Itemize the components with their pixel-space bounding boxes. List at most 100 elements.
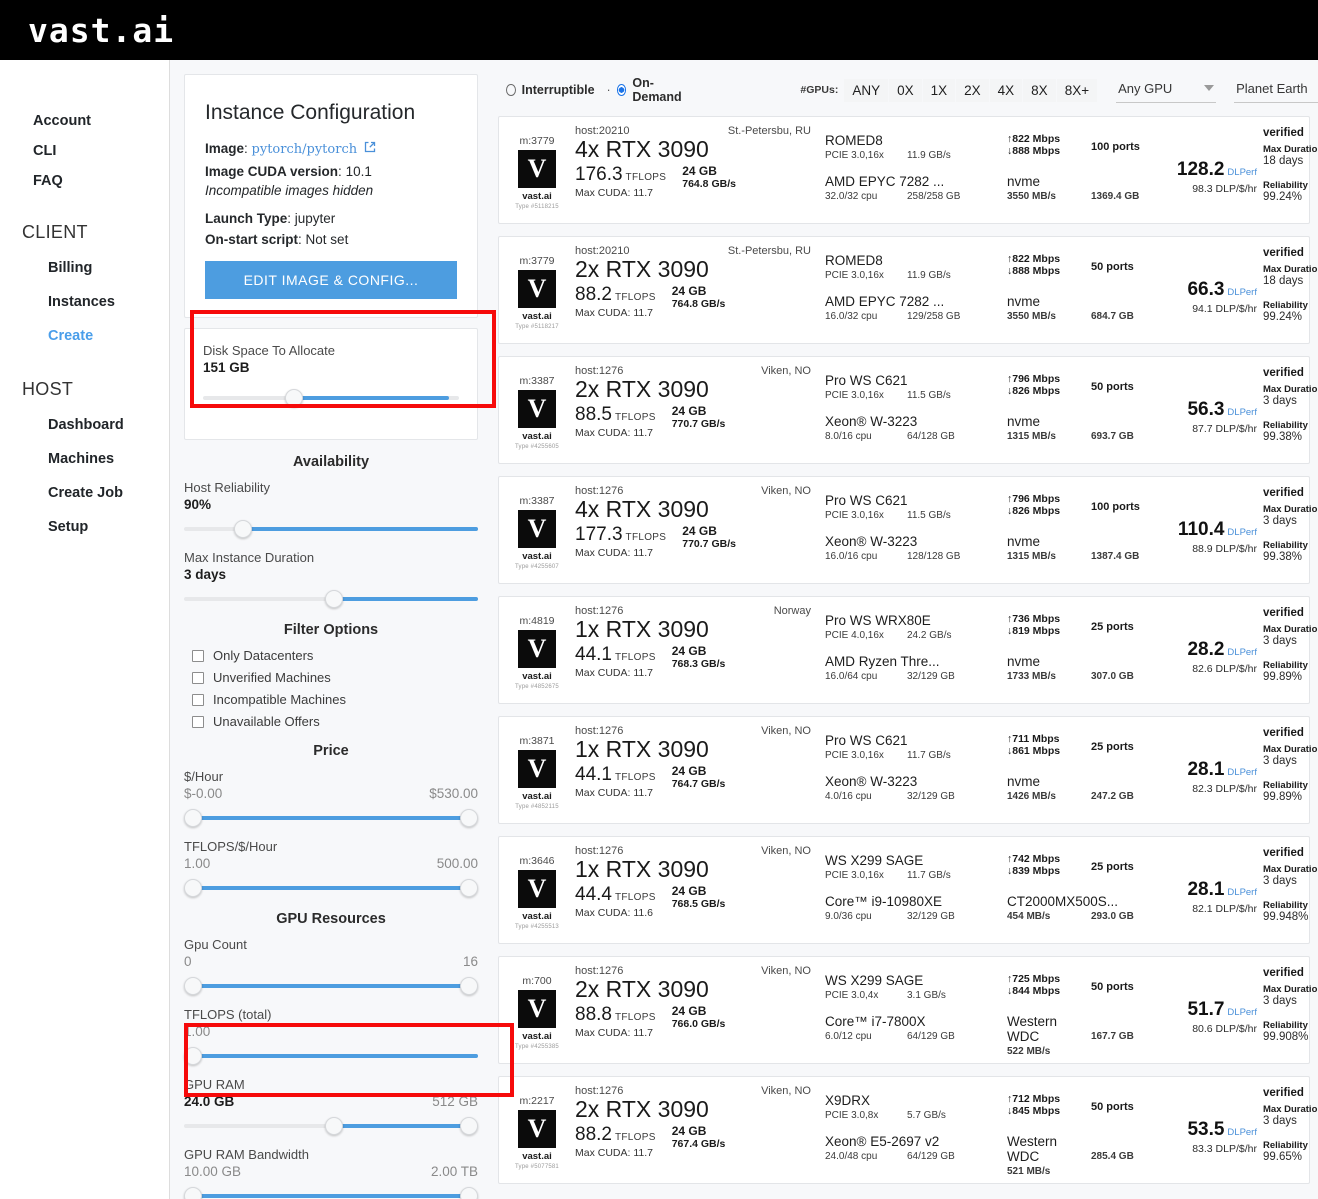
tflops-total-slider[interactable] <box>184 1047 478 1065</box>
image-value-link[interactable]: pytorch/pytorch <box>252 142 358 157</box>
gpu-model-dropdown[interactable]: Any GPU <box>1116 78 1217 103</box>
offer-reliability-cell: verified Max Duration 3 days Reliability… <box>1263 357 1318 463</box>
offer-row[interactable]: m:3779 V vast.ai Type #5118217 host:2021… <box>498 236 1318 344</box>
radio-ondemand-icon[interactable] <box>616 84 627 96</box>
slider-knob-min[interactable] <box>184 1047 202 1065</box>
sidebar-item-dashboard[interactable]: Dashboard <box>0 408 169 442</box>
cpu-name: Xeon® W-3223 <box>825 414 918 429</box>
offer-dlperf-cell: 56.3 DLPerf 87.7 DLP/$/hr <box>1165 357 1263 463</box>
app-logo[interactable]: vast.ai <box>28 11 174 50</box>
slider-knob-min[interactable] <box>184 977 202 995</box>
slider-knob-min[interactable] <box>325 1117 344 1135</box>
gpu-count-1x[interactable]: 1X <box>922 78 956 102</box>
pricing-mode-group[interactable]: Interruptible · On-Demand <box>506 76 692 104</box>
tflops-per-dollar-min: 1.00 <box>184 856 211 871</box>
incompatible-note: Incompatible images hidden <box>205 183 374 198</box>
pcie-bandwidth: 11.7 GB/s <box>907 750 951 761</box>
checkbox-icon[interactable] <box>192 693 204 706</box>
tflops-value: 88.5 <box>575 404 612 426</box>
offer-row[interactable]: m:3387 V vast.ai Type #4255605 host:1276… <box>498 356 1318 464</box>
max-duration-slider[interactable] <box>184 590 478 608</box>
gpu-count-any[interactable]: ANY <box>844 78 889 102</box>
gpu-count-8x[interactable]: 8X <box>1023 78 1056 102</box>
offer-row[interactable]: m:3646 V vast.ai Type #4255513 host:1276… <box>498 836 1318 944</box>
sidebar-item-machines[interactable]: Machines <box>0 442 169 476</box>
reliability-value: 99.89% <box>1263 671 1303 683</box>
sidebar-section-client: CLIENT <box>22 222 88 242</box>
dlperf-per-dollar: 83.3 DLP/$/hr <box>1192 1143 1257 1155</box>
slider-knob[interactable] <box>233 520 252 538</box>
dlperf-unit: DLPerf <box>1227 887 1257 898</box>
gpu-ram-bandwidth-slider[interactable] <box>184 1187 478 1199</box>
sidebar-item-billing[interactable]: Billing <box>0 251 169 285</box>
dlperf-per-dollar: 87.7 DLP/$/hr <box>1192 423 1257 435</box>
offer-row[interactable]: m:3387 V vast.ai Type #4255607 host:1276… <box>498 476 1318 584</box>
slider-knob-max[interactable] <box>460 1187 478 1199</box>
sidebar-item-create-job[interactable]: Create Job <box>0 476 169 510</box>
gpu-count-8xplus[interactable]: 8X+ <box>1056 78 1098 102</box>
offer-system-cell: X9DRX PCIE 3.0,8x 5.7 GB/s Xeon® E5-2697 … <box>825 1077 1007 1183</box>
cpu-name: Xeon® W-3223 <box>825 774 918 789</box>
chevron-down-icon[interactable] <box>1204 85 1215 91</box>
filter-unavailable-offers[interactable]: Unavailable Offers <box>192 714 478 729</box>
sidebar-item-create[interactable]: Create <box>0 319 169 353</box>
dlperf-unit: DLPerf <box>1227 287 1257 298</box>
tflops-unit: TFLOPS <box>625 532 667 544</box>
slider-knob-max[interactable] <box>460 977 478 995</box>
edit-image-config-button[interactable]: EDIT IMAGE & CONFIG... <box>205 261 457 299</box>
offer-logo-cell: m:3871 V vast.ai Type #4852115 <box>499 717 575 823</box>
offer-location: Viken, NO <box>761 845 811 857</box>
offer-row[interactable]: m:4819 V vast.ai Type #4852675 host:1276… <box>498 596 1318 704</box>
sidebar-item-instances[interactable]: Instances <box>0 285 169 319</box>
sidebar-item-cli[interactable]: CLI <box>0 136 169 166</box>
sidebar-item-setup[interactable]: Setup <box>0 510 169 544</box>
slider-knob-min[interactable] <box>184 879 202 897</box>
offer-type-id: Type #5118215 <box>515 203 559 210</box>
max-duration-value: 3 days <box>184 567 227 582</box>
tflops-unit: TFLOPS <box>614 652 656 664</box>
radio-interruptible-icon[interactable] <box>506 84 516 96</box>
filter-incompatible-machines[interactable]: Incompatible Machines <box>192 692 478 707</box>
offer-network-cell: ↑742 Mbps ↓839 Mbps CT2000MX500S... 454 … <box>1007 837 1118 943</box>
offer-row[interactable]: m:700 V vast.ai Type #4255385 host:1276 … <box>498 956 1318 1064</box>
gpu-count-0x[interactable]: 0X <box>889 78 922 102</box>
disk-space-slider[interactable] <box>203 389 459 407</box>
slider-knob-min[interactable] <box>184 1187 202 1199</box>
slider-knob[interactable] <box>284 389 303 407</box>
offer-reliability-cell: verified Max Duration 3 days Reliability… <box>1263 837 1318 943</box>
gpu-ram-slider[interactable] <box>184 1117 478 1135</box>
host-reliability-slider[interactable] <box>184 520 478 538</box>
reliability-label: Reliability <box>1263 1020 1308 1031</box>
price-per-hour-slider[interactable] <box>184 809 478 827</box>
gpu-ram-min: 24.0 GB <box>184 1094 235 1109</box>
checkbox-icon[interactable] <box>192 649 204 662</box>
slider-knob[interactable] <box>325 590 344 608</box>
gpu-count-slider[interactable] <box>184 977 478 995</box>
radio-ondemand-label[interactable]: On-Demand <box>632 76 686 104</box>
slider-knob-max[interactable] <box>460 879 478 897</box>
gpu-count-2x[interactable]: 2X <box>956 78 989 102</box>
checkbox-icon[interactable] <box>192 671 204 684</box>
gpu-count-4x[interactable]: 4X <box>989 78 1023 102</box>
filter-unverified-machines[interactable]: Unverified Machines <box>192 670 478 685</box>
offer-location: St.-Petersbu, RU <box>727 245 811 257</box>
disk-bandwidth: 454 MB/s <box>1007 911 1051 922</box>
slider-knob-max[interactable] <box>460 809 478 827</box>
slider-knob-max[interactable] <box>460 1117 478 1135</box>
machine-id: m:3871 <box>519 734 555 747</box>
offer-row[interactable]: m:2217 V vast.ai Type #5077581 host:1276… <box>498 1076 1318 1184</box>
region-dropdown[interactable]: Planet Earth <box>1234 78 1318 103</box>
ports-count: 100 ports <box>1091 501 1140 513</box>
external-link-icon[interactable] <box>364 141 376 156</box>
radio-interruptible-label[interactable]: Interruptible <box>522 83 595 97</box>
filter-only-datacenters[interactable]: Only Datacenters <box>192 648 478 663</box>
sidebar-item-faq[interactable]: FAQ <box>0 166 169 196</box>
gpu-vram: 24 GB <box>671 1004 707 1019</box>
tflops-per-dollar-slider[interactable] <box>184 879 478 897</box>
vast-logo-icon: V <box>518 389 556 428</box>
slider-knob-min[interactable] <box>184 809 202 827</box>
checkbox-icon[interactable] <box>192 715 204 728</box>
offer-row[interactable]: m:3871 V vast.ai Type #4852115 host:1276… <box>498 716 1318 824</box>
sidebar-item-account[interactable]: Account <box>0 106 169 136</box>
offer-row[interactable]: m:3779 V vast.ai Type #5118215 host:2021… <box>498 116 1318 224</box>
